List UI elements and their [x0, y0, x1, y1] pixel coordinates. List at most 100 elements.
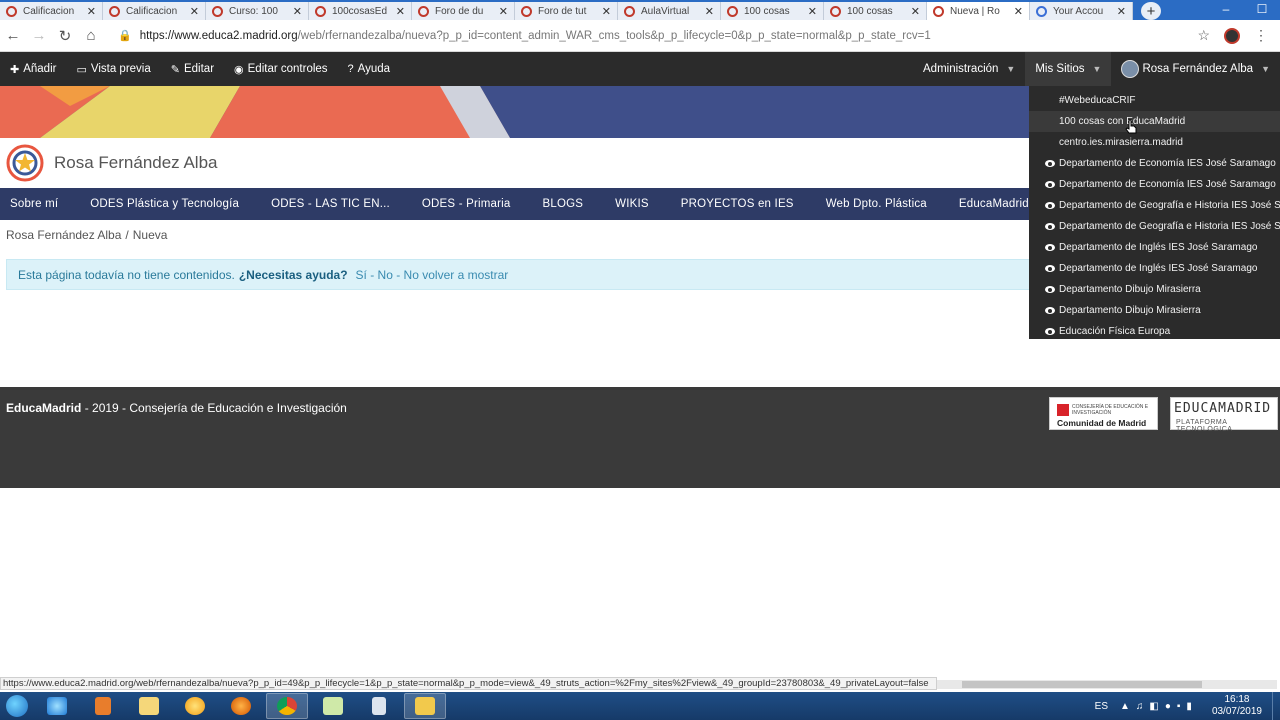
- footer-brand: EducaMadrid: [6, 401, 82, 415]
- maximize-icon[interactable]: ☐: [1244, 0, 1280, 20]
- taskbar-firefox[interactable]: [220, 693, 262, 719]
- nav-item-odes-tic[interactable]: ODES - LAS TIC EN...: [261, 198, 400, 210]
- nav-item-educamadrid[interactable]: EducaMadrid: [949, 198, 1039, 210]
- language-indicator[interactable]: ES: [1095, 701, 1108, 712]
- taskbar-ie[interactable]: [36, 693, 78, 719]
- browser-tab[interactable]: Foro de tut ✕: [515, 2, 618, 20]
- site-logo-icon[interactable]: [6, 144, 44, 182]
- taskbar-snipping[interactable]: [404, 693, 446, 719]
- taskbar-calculator[interactable]: [358, 693, 400, 719]
- edit-button[interactable]: ✎ Editar: [161, 52, 224, 86]
- taskbar-media[interactable]: [82, 693, 124, 719]
- eye-icon: [1045, 328, 1055, 335]
- scrollbar-thumb[interactable]: [962, 681, 1202, 688]
- profile-avatar[interactable]: [1224, 27, 1240, 44]
- browser-tab[interactable]: 100 cosas ✕: [721, 2, 824, 20]
- close-icon[interactable]: ✕: [602, 5, 611, 18]
- edit-controls-button[interactable]: ◉ Editar controles: [224, 52, 338, 86]
- close-icon[interactable]: ✕: [293, 5, 302, 18]
- taskbar-explorer[interactable]: [128, 693, 170, 719]
- dropdown-item[interactable]: Departamento de Geografía e Historia IES…: [1029, 195, 1280, 216]
- help-button[interactable]: ? Ayuda: [338, 52, 401, 86]
- nav-item-web-dpto[interactable]: Web Dpto. Plástica: [816, 198, 937, 210]
- minimize-icon[interactable]: –: [1208, 0, 1244, 20]
- nav-item-sobre-mi[interactable]: Sobre mí: [0, 198, 68, 210]
- dropdown-item[interactable]: Departamento de Inglés IES José Saramago: [1029, 258, 1280, 279]
- user-menu[interactable]: Rosa Fernández Alba ▼: [1111, 52, 1280, 86]
- dropdown-item[interactable]: Departamento Dibujo Mirasierra: [1029, 279, 1280, 300]
- dropdown-item[interactable]: #WebeducaCRIF: [1029, 90, 1280, 111]
- close-icon[interactable]: ✕: [396, 5, 405, 18]
- browser-tab[interactable]: Your Accou ✕: [1030, 2, 1133, 20]
- nav-item-odes-primaria[interactable]: ODES - Primaria: [412, 198, 521, 210]
- comunidad-madrid-logo[interactable]: CONSEJERÍA DE EDUCACIÓN E INVESTIGACIÓN …: [1049, 397, 1158, 430]
- dropdown-item-label: Departamento Dibujo Mirasierra: [1059, 284, 1201, 295]
- menu-dots-icon[interactable]: ⋮: [1254, 27, 1268, 44]
- browser-tab[interactable]: Curso: 100 ✕: [206, 2, 309, 20]
- taskbar-notes[interactable]: [312, 693, 354, 719]
- close-icon[interactable]: ✕: [1014, 5, 1023, 18]
- nav-item-odes-plastica[interactable]: ODES Plástica y Tecnología: [80, 198, 249, 210]
- home-icon[interactable]: ⌂: [78, 27, 104, 44]
- educamadrid-favicon-icon: [212, 5, 223, 17]
- my-sites-menu[interactable]: Mis Sitios ▼: [1025, 52, 1112, 86]
- dropdown-item-label: #WebeducaCRIF: [1059, 95, 1136, 106]
- alert-options[interactable]: Sí - No - No volver a mostrar: [356, 268, 509, 282]
- breadcrumb-item[interactable]: Rosa Fernández Alba: [6, 228, 121, 242]
- close-icon[interactable]: ✕: [808, 5, 817, 18]
- reload-icon[interactable]: ↻: [52, 27, 78, 45]
- eye-icon: [1045, 244, 1055, 251]
- nav-item-blogs[interactable]: BLOGS: [533, 198, 594, 210]
- browser-tab[interactable]: 100 cosas ✕: [824, 2, 927, 20]
- close-icon[interactable]: ✕: [87, 5, 96, 18]
- start-button[interactable]: [2, 693, 32, 719]
- dropdown-item[interactable]: Departamento de Economía IES José Sarama…: [1029, 174, 1280, 195]
- dropdown-item[interactable]: Educación Física Europa: [1029, 321, 1280, 339]
- close-icon[interactable]: ✕: [911, 5, 920, 18]
- taskbar-chrome[interactable]: [266, 693, 308, 719]
- logo-subtitle: PLATAFORMA TECNOLÓGICA: [1176, 419, 1233, 433]
- browser-tab[interactable]: Foro de du ✕: [412, 2, 515, 20]
- browser-tab[interactable]: Calificacion ✕: [103, 2, 206, 20]
- nav-item-proyectos[interactable]: PROYECTOS en IES: [671, 198, 804, 210]
- forward-arrow-icon[interactable]: →: [26, 27, 52, 44]
- close-icon[interactable]: ✕: [190, 5, 199, 18]
- dropdown-item[interactable]: 100 cosas con EducaMadrid: [1029, 111, 1280, 132]
- nav-item-wikis[interactable]: WIKIS: [605, 198, 659, 210]
- close-icon[interactable]: ✕: [499, 5, 508, 18]
- browser-tab[interactable]: 100cosasEd ✕: [309, 2, 412, 20]
- address-bar: ← → ↻ ⌂ 🔒 https://www.educa2.madrid.org /…: [0, 20, 1280, 52]
- breadcrumb-item-current[interactable]: Nueva: [133, 228, 168, 242]
- taskbar-paint[interactable]: [174, 693, 216, 719]
- dropdown-item[interactable]: Departamento de Inglés IES José Saramago: [1029, 237, 1280, 258]
- back-arrow-icon[interactable]: ←: [0, 27, 26, 44]
- browser-tab-active[interactable]: Nueva | Ro ✕: [927, 2, 1030, 20]
- dropdown-item[interactable]: Departamento de Geografía e Historia IES…: [1029, 216, 1280, 237]
- url-field[interactable]: 🔒 https://www.educa2.madrid.org/web/rfer…: [118, 29, 1197, 43]
- add-button[interactable]: ✚ Añadir: [0, 52, 66, 86]
- star-icon[interactable]: ☆: [1197, 27, 1210, 44]
- show-desktop-button[interactable]: [1272, 692, 1280, 720]
- site-title[interactable]: Rosa Fernández Alba: [54, 153, 218, 173]
- dropdown-item-label: Departamento de Inglés IES José Saramago: [1059, 263, 1258, 274]
- close-icon[interactable]: ✕: [1117, 5, 1126, 18]
- add-label: Añadir: [23, 63, 57, 75]
- educamadrid-favicon-icon: [727, 5, 738, 17]
- browser-tab[interactable]: AulaVirtual ✕: [618, 2, 721, 20]
- clock[interactable]: 16:18 03/07/2019: [1212, 694, 1262, 718]
- educamadrid-logo[interactable]: EDUCAMADRID PLATAFORMA TECNOLÓGICA: [1170, 397, 1278, 433]
- close-icon[interactable]: ✕: [705, 5, 714, 18]
- alert-help-link[interactable]: ¿Necesitas ayuda?: [239, 268, 348, 282]
- edit-controls-label: Editar controles: [247, 63, 328, 75]
- dropdown-item[interactable]: Departamento de Economía IES José Sarama…: [1029, 153, 1280, 174]
- dropdown-item[interactable]: Departamento Dibujo Mirasierra: [1029, 300, 1280, 321]
- dropdown-item[interactable]: centro.ies.mirasierra.madrid: [1029, 132, 1280, 153]
- dropdown-item-label: Departamento de Geografía e Historia IES…: [1059, 200, 1280, 211]
- new-tab-button[interactable]: +: [1141, 2, 1161, 20]
- browser-tab[interactable]: Calificacion ✕: [0, 2, 103, 20]
- horizontal-scrollbar[interactable]: [937, 680, 1277, 689]
- eye-icon: [1045, 181, 1055, 188]
- tray-icons[interactable]: ▲♫◧●▪▮: [1120, 701, 1198, 712]
- admin-menu[interactable]: Administración ▼: [913, 52, 1025, 86]
- preview-button[interactable]: ▭ Vista previa: [66, 52, 160, 86]
